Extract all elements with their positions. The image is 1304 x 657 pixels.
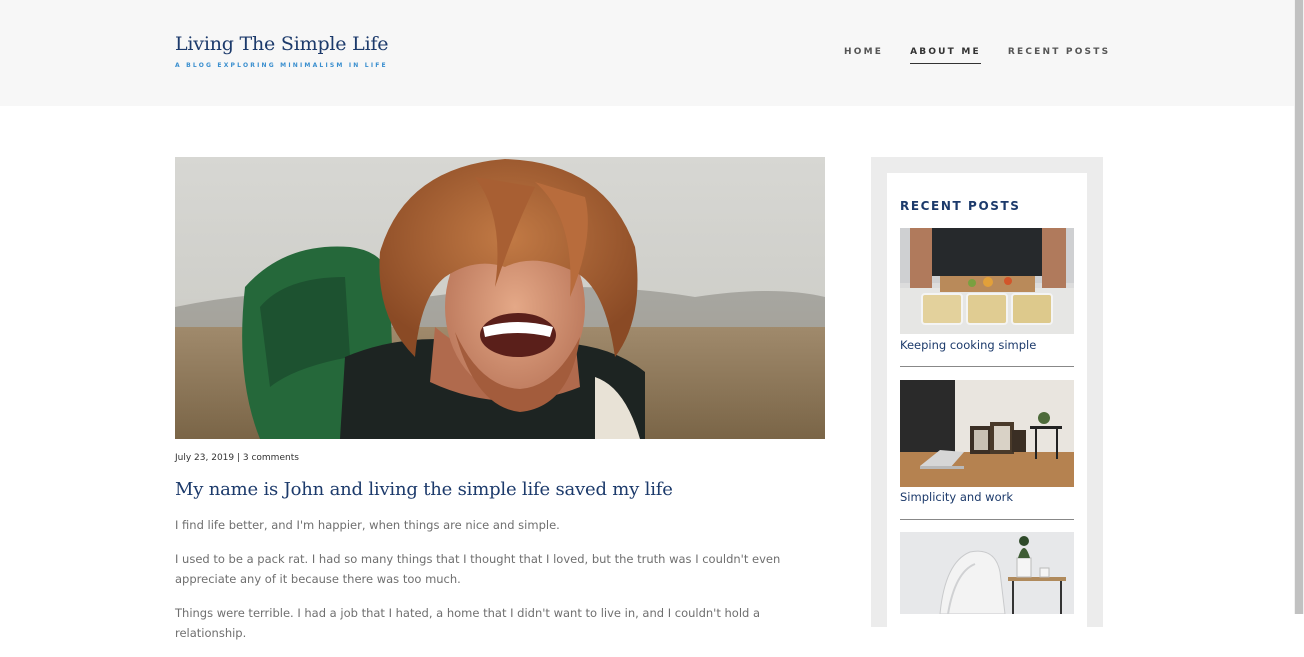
widget-title: RECENT POSTS: [900, 199, 1021, 213]
post-meta: July 23, 2019 | 3 comments: [175, 453, 299, 463]
post-featured-image: [175, 157, 825, 439]
recent-post-link[interactable]: Simplicity and work: [900, 490, 1013, 504]
post-body: I find life better, and I'm happier, whe…: [175, 515, 830, 657]
post-paragraph: I used to be a pack rat. I had so many t…: [175, 552, 781, 586]
site-title[interactable]: Living The Simple Life: [175, 33, 389, 55]
recent-post-thumbnail-cooking[interactable]: [900, 228, 1074, 334]
recent-post-thumbnail-chair[interactable]: [900, 532, 1074, 614]
nav-item-recent-posts[interactable]: RECENT POSTS: [1008, 47, 1110, 64]
nav-item-home[interactable]: HOME: [844, 47, 883, 64]
nav-item-about-me[interactable]: ABOUT ME: [910, 47, 981, 64]
recent-post-link[interactable]: Keeping cooking simple: [900, 338, 1036, 352]
post-paragraph: Things were terrible. I had a job that I…: [175, 606, 761, 640]
work-photo: [900, 380, 1074, 487]
hero-photo: [175, 157, 825, 439]
recent-post-thumbnail-work[interactable]: [900, 380, 1074, 487]
site-header: Living The Simple Life A BLOG EXPLORING …: [0, 0, 1294, 106]
site-tagline: A BLOG EXPLORING MINIMALISM IN LIFE: [175, 62, 388, 69]
post-paragraph: I find life better, and I'm happier, whe…: [175, 518, 560, 532]
main-nav: HOME ABOUT ME RECENT POSTS: [844, 47, 1110, 64]
post-title[interactable]: My name is John and living the simple li…: [175, 479, 673, 500]
chair-photo: [900, 532, 1074, 614]
cooking-photo: [900, 228, 1074, 334]
page-scrollbar[interactable]: [1294, 0, 1304, 614]
scrollbar-thumb[interactable]: [1295, 0, 1303, 614]
divider: [900, 366, 1074, 367]
divider: [900, 519, 1074, 520]
